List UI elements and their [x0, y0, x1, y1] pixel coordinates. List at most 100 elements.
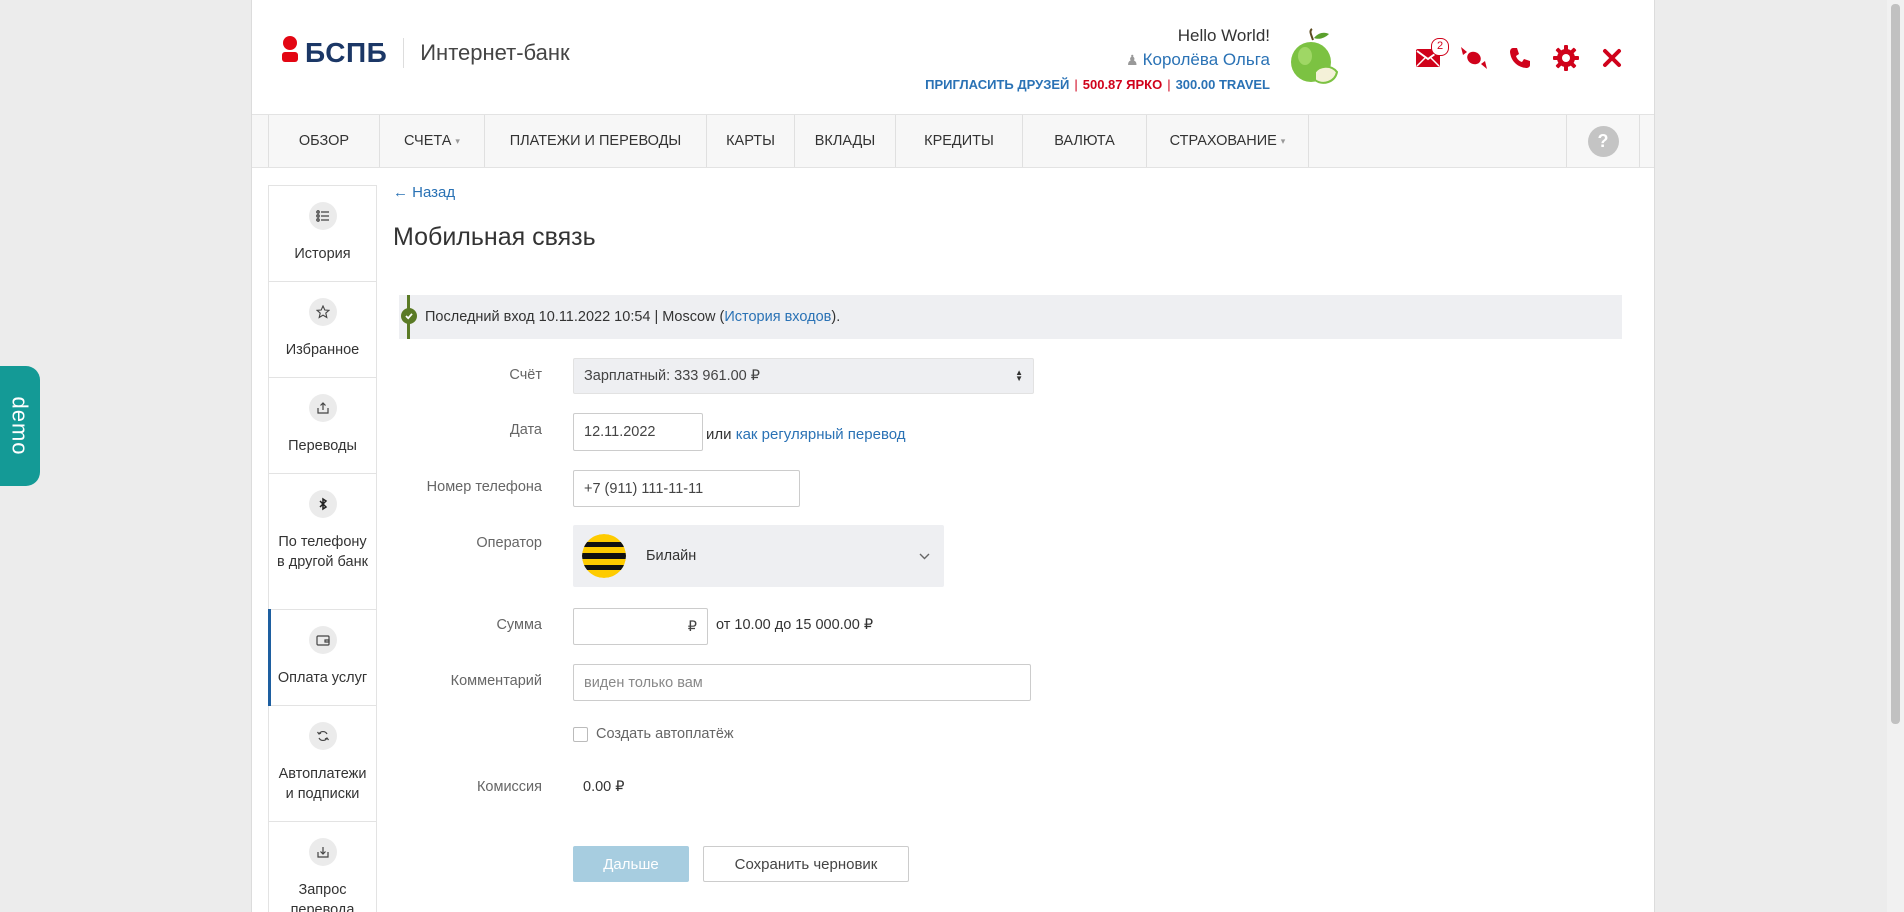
- save-draft-button[interactable]: Сохранить черновик: [703, 846, 909, 882]
- login-history-link[interactable]: История входов: [724, 309, 831, 325]
- sidebar-item-favorites[interactable]: Избранное: [269, 282, 376, 378]
- autopay-label: Создать автоплатёж: [596, 726, 734, 742]
- transfer-icon: [308, 394, 337, 422]
- sum-currency: ₽: [687, 618, 697, 635]
- phone-label: Номер телефона: [426, 479, 542, 495]
- logo-text: БСПБ: [305, 37, 388, 68]
- page-container: БСПБ Интернет-банк Hello World! ♟ Королёв…: [251, 0, 1655, 912]
- sidebar-item-label: Запрос перевода: [290, 882, 355, 912]
- phone-input[interactable]: +7 (911) 111-11-11: [573, 470, 800, 507]
- date-or-line: или как регулярный перевод: [706, 426, 906, 443]
- sidebar-item-request[interactable]: Запрос перевода: [269, 822, 376, 912]
- wallet-icon: [308, 626, 337, 654]
- last-login-text: Последний вход 10.11.2022 10:54 | Moscow…: [425, 309, 841, 325]
- sidebar-item-label: По телефону в другой банк: [277, 534, 368, 570]
- account-select[interactable]: Зарплатный: 333 961.00 ₽ ▲ ▼: [573, 358, 1034, 394]
- promo-line: ПРИГЛАСИТЬ ДРУЗЕЙ | 500.87 ЯРКО | 300.00 TRA…: [925, 77, 1270, 92]
- sidebar-item-label: Избранное: [285, 342, 360, 358]
- page-title: Мобильная связь: [393, 223, 596, 251]
- chevron-down-icon: ▾: [455, 135, 460, 146]
- comment-label: Комментарий: [450, 673, 542, 689]
- date-value: 12.11.2022: [584, 424, 656, 440]
- sidebar-item-label: История: [294, 246, 351, 262]
- sidebar-item-label: Автоплатежи и подписки: [278, 766, 367, 802]
- logo-mark-icon: [282, 36, 298, 70]
- logout-button[interactable]: [1589, 42, 1635, 74]
- sum-label: Сумма: [496, 617, 542, 633]
- chevron-down-icon: [919, 549, 930, 563]
- phone-transfer-icon: [308, 490, 337, 518]
- chevron-down-icon: ▾: [1280, 135, 1286, 146]
- scrollbar-thumb[interactable]: [1891, 4, 1900, 724]
- yarko-points-link[interactable]: 500.87 ЯРКО: [1083, 77, 1162, 92]
- star-icon: [308, 298, 337, 326]
- nav-insurance[interactable]: СТРАХОВАНИЕ ▾: [1147, 115, 1309, 167]
- nav-credits[interactable]: КРЕДИТЫ: [896, 115, 1023, 167]
- nav-overview[interactable]: ОБЗОР: [268, 115, 380, 167]
- help-cell: ?: [1566, 115, 1640, 167]
- greeting: Hello World!: [1177, 26, 1270, 45]
- request-icon: [308, 838, 337, 866]
- commission-label: Комиссия: [476, 779, 542, 795]
- refresh-icon: [308, 722, 337, 750]
- sidebar-item-phone-transfer[interactable]: По телефону в другой банк: [269, 474, 376, 610]
- date-label: Дата: [509, 422, 542, 438]
- close-icon: [1603, 49, 1621, 67]
- autopay-checkbox-row[interactable]: Создать автоплатёж: [573, 726, 734, 742]
- back-link[interactable]: ← Назад: [393, 184, 455, 201]
- account-value: Зарплатный: 333 961.00 ₽: [584, 368, 760, 384]
- date-input[interactable]: 12.11.2022: [573, 413, 703, 451]
- select-arrows-icon: ▲ ▼: [1015, 368, 1023, 383]
- sidebar-item-label: Оплата услуг: [277, 670, 368, 686]
- bonus-button[interactable]: [1451, 42, 1497, 74]
- mail-button[interactable]: 2: [1405, 38, 1451, 74]
- logo-divider: [403, 38, 405, 68]
- commission-value: 0.00 ₽: [583, 779, 625, 795]
- phone-value: +7 (911) 111-11-11: [584, 480, 704, 497]
- candy-icon: [1461, 47, 1487, 69]
- sidebar-item-services[interactable]: Оплата услуг: [268, 609, 376, 706]
- nav-payments[interactable]: ПЛАТЕЖИ И ПЕРЕВОДЫ: [485, 115, 707, 167]
- sidebar-item-transfers[interactable]: Переводы: [269, 378, 376, 474]
- operator-select[interactable]: Билайн: [573, 525, 944, 587]
- beeline-logo-icon: [582, 534, 626, 578]
- app-title: Интернет-банк: [420, 40, 570, 65]
- phone-button[interactable]: [1497, 42, 1543, 74]
- nav-currency[interactable]: ВАЛЮТА: [1023, 115, 1147, 167]
- demo-tab-label: demo: [8, 396, 34, 456]
- operator-value: Билайн: [646, 548, 697, 564]
- person-icon: ♟: [1126, 52, 1139, 68]
- apple-avatar-icon[interactable]: [1285, 28, 1341, 88]
- bank-logo[interactable]: БСПБ Интернет-банк: [282, 36, 570, 70]
- nav-deposits[interactable]: ВКЛАДЫ: [795, 115, 896, 167]
- gear-icon: [1553, 45, 1579, 71]
- help-button[interactable]: ?: [1587, 125, 1619, 157]
- list-icon: [308, 202, 337, 230]
- phone-icon: [1510, 48, 1530, 68]
- user-name-link[interactable]: Королёва Ольга: [1143, 50, 1270, 69]
- nav-accounts[interactable]: СЧЕТА ▾: [380, 115, 485, 167]
- mail-badge: 2: [1431, 38, 1449, 56]
- sum-input[interactable]: ₽: [573, 608, 708, 645]
- travel-points-link[interactable]: 300.00 TRAVEL: [1176, 77, 1270, 92]
- last-login-banner: Последний вход 10.11.2022 10:54 | Moscow…: [399, 295, 1622, 339]
- sum-hint: от 10.00 до 15 000.00 ₽: [716, 617, 874, 633]
- page-scrollbar[interactable]: [1887, 0, 1904, 912]
- check-icon: [401, 308, 417, 324]
- comment-placeholder: виден только вам: [584, 674, 703, 691]
- invite-friends-link[interactable]: ПРИГЛАСИТЬ ДРУЗЕЙ: [925, 77, 1069, 92]
- regular-transfer-link[interactable]: как регулярный перевод: [736, 426, 906, 443]
- nav-cards[interactable]: КАРТЫ: [707, 115, 795, 167]
- sidebar-item-history[interactable]: История: [269, 186, 376, 282]
- comment-input[interactable]: виден только вам: [573, 664, 1031, 701]
- sidebar-item-autopay[interactable]: Автоплатежи и подписки: [269, 706, 376, 822]
- user-line: ♟ Королёва Ольга: [1126, 50, 1270, 70]
- settings-button[interactable]: [1543, 42, 1589, 74]
- autopay-checkbox[interactable]: [573, 726, 588, 742]
- next-button[interactable]: Дальше: [573, 846, 689, 882]
- sidebar: История Избранное Переводы По телефону в…: [268, 185, 377, 912]
- operator-label: Оператор: [476, 535, 542, 551]
- demo-tab[interactable]: demo: [0, 366, 40, 486]
- header-icons: 2: [1405, 38, 1635, 74]
- sidebar-item-label: Переводы: [288, 438, 357, 454]
